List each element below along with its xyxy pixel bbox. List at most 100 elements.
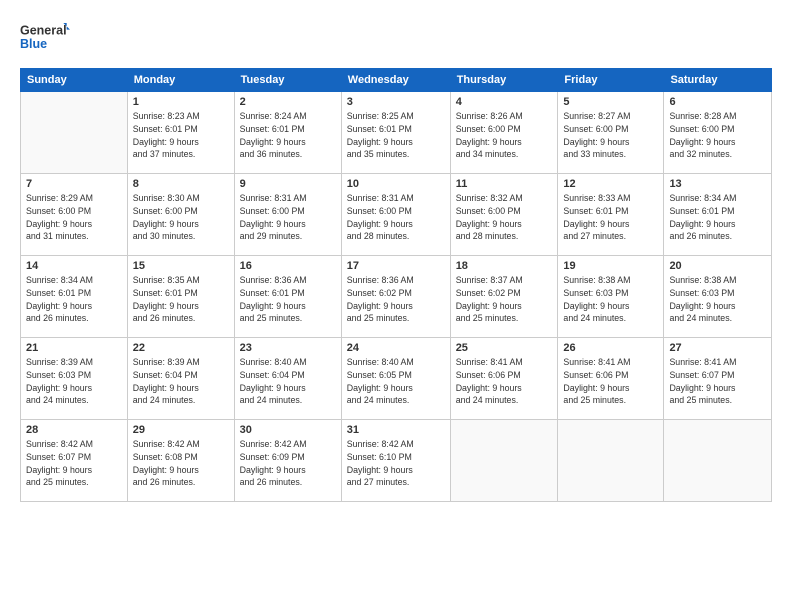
- day-number: 31: [347, 424, 445, 436]
- week-row-2: 7Sunrise: 8:29 AMSunset: 6:00 PMDaylight…: [21, 174, 772, 256]
- day-cell: 19 Sunrise: 8:38 AMSunset: 6:03 PMDayligh…: [558, 256, 664, 338]
- day-cell: 4 Sunrise: 8:26 AMSunset: 6:00 PMDaylight…: [450, 92, 558, 174]
- day-cell: 25Sunrise: 8:41 AMSunset: 6:06 PMDayligh…: [450, 338, 558, 420]
- day-info: Sunrise: 8:39 AMSunset: 6:03 PMDaylight:…: [26, 356, 122, 407]
- header-row: SundayMondayTuesdayWednesdayThursdayFrid…: [21, 69, 772, 92]
- day-cell: [21, 92, 128, 174]
- day-cell: 2Sunrise: 8:24 AMSunset: 6:01 PMDaylight…: [234, 92, 341, 174]
- day-number: 10: [347, 178, 445, 190]
- day-number: 16: [240, 260, 336, 272]
- day-number: 4: [456, 96, 553, 108]
- col-header-saturday: Saturday: [664, 69, 772, 92]
- day-info: Sunrise: 8:42 AMSunset: 6:07 PMDaylight:…: [26, 438, 122, 489]
- day-info: Sunrise: 8:34 AMSunset: 6:01 PMDaylight:…: [26, 274, 122, 325]
- day-info: Sunrise: 8:31 AMSunset: 6:00 PMDaylight:…: [347, 192, 445, 243]
- day-cell: 17Sunrise: 8:36 AMSunset: 6:02 PMDayligh…: [341, 256, 450, 338]
- day-info: Sunrise: 8:42 AMSunset: 6:09 PMDaylight:…: [240, 438, 336, 489]
- logo: General Blue: [20, 18, 70, 58]
- day-cell: 6 Sunrise: 8:28 AMSunset: 6:00 PMDaylight…: [664, 92, 772, 174]
- week-row-3: 14 Sunrise: 8:34 AMSunset: 6:01 PMDayligh…: [21, 256, 772, 338]
- day-cell: 22Sunrise: 8:39 AMSunset: 6:04 PMDayligh…: [127, 338, 234, 420]
- day-number: 30: [240, 424, 336, 436]
- day-number: 11: [456, 178, 553, 190]
- day-number: 29: [133, 424, 229, 436]
- day-cell: 24 Sunrise: 8:40 AMSunset: 6:05 PMDayligh…: [341, 338, 450, 420]
- day-number: 19: [563, 260, 658, 272]
- svg-text:General: General: [20, 24, 67, 38]
- day-number: 12: [563, 178, 658, 190]
- col-header-thursday: Thursday: [450, 69, 558, 92]
- calendar-body: 1 Sunrise: 8:23 AMSunset: 6:01 PMDaylight…: [21, 92, 772, 502]
- day-info: Sunrise: 8:27 AMSunset: 6:00 PMDaylight:…: [563, 110, 658, 161]
- day-cell: 11 Sunrise: 8:32 AMSunset: 6:00 PMDayligh…: [450, 174, 558, 256]
- day-number: 25: [456, 342, 553, 354]
- day-number: 1: [133, 96, 229, 108]
- day-cell: 13 Sunrise: 8:34 AMSunset: 6:01 PMDayligh…: [664, 174, 772, 256]
- day-number: 23: [240, 342, 336, 354]
- day-info: Sunrise: 8:32 AMSunset: 6:00 PMDaylight:…: [456, 192, 553, 243]
- day-number: 2: [240, 96, 336, 108]
- week-row-5: 28Sunrise: 8:42 AMSunset: 6:07 PMDayligh…: [21, 420, 772, 502]
- day-cell: 30 Sunrise: 8:42 AMSunset: 6:09 PMDayligh…: [234, 420, 341, 502]
- day-info: Sunrise: 8:40 AMSunset: 6:04 PMDaylight:…: [240, 356, 336, 407]
- day-cell: 26 Sunrise: 8:41 AMSunset: 6:06 PMDayligh…: [558, 338, 664, 420]
- day-number: 9: [240, 178, 336, 190]
- day-number: 21: [26, 342, 122, 354]
- col-header-monday: Monday: [127, 69, 234, 92]
- svg-text:Blue: Blue: [20, 37, 47, 51]
- day-info: Sunrise: 8:35 AMSunset: 6:01 PMDaylight:…: [133, 274, 229, 325]
- calendar-header: SundayMondayTuesdayWednesdayThursdayFrid…: [21, 69, 772, 92]
- day-cell: 16 Sunrise: 8:36 AMSunset: 6:01 PMDayligh…: [234, 256, 341, 338]
- day-number: 18: [456, 260, 553, 272]
- col-header-friday: Friday: [558, 69, 664, 92]
- day-cell: 29Sunrise: 8:42 AMSunset: 6:08 PMDayligh…: [127, 420, 234, 502]
- day-cell: 28Sunrise: 8:42 AMSunset: 6:07 PMDayligh…: [21, 420, 128, 502]
- week-row-1: 1 Sunrise: 8:23 AMSunset: 6:01 PMDaylight…: [21, 92, 772, 174]
- day-number: 3: [347, 96, 445, 108]
- day-number: 24: [347, 342, 445, 354]
- day-cell: [450, 420, 558, 502]
- day-number: 27: [669, 342, 766, 354]
- day-cell: [558, 420, 664, 502]
- day-info: Sunrise: 8:38 AMSunset: 6:03 PMDaylight:…: [563, 274, 658, 325]
- day-info: Sunrise: 8:30 AMSunset: 6:00 PMDaylight:…: [133, 192, 229, 243]
- day-cell: [664, 420, 772, 502]
- day-cell: 10 Sunrise: 8:31 AMSunset: 6:00 PMDayligh…: [341, 174, 450, 256]
- col-header-wednesday: Wednesday: [341, 69, 450, 92]
- day-info: Sunrise: 8:37 AMSunset: 6:02 PMDaylight:…: [456, 274, 553, 325]
- day-number: 5: [563, 96, 658, 108]
- day-info: Sunrise: 8:41 AMSunset: 6:07 PMDaylight:…: [669, 356, 766, 407]
- day-info: Sunrise: 8:36 AMSunset: 6:01 PMDaylight:…: [240, 274, 336, 325]
- page: General Blue SundayMondayTuesdayWednesda…: [0, 0, 792, 612]
- day-info: Sunrise: 8:33 AMSunset: 6:01 PMDaylight:…: [563, 192, 658, 243]
- day-number: 15: [133, 260, 229, 272]
- day-cell: 21 Sunrise: 8:39 AMSunset: 6:03 PMDayligh…: [21, 338, 128, 420]
- day-cell: 7Sunrise: 8:29 AMSunset: 6:00 PMDaylight…: [21, 174, 128, 256]
- day-cell: 23 Sunrise: 8:40 AMSunset: 6:04 PMDayligh…: [234, 338, 341, 420]
- day-cell: 15 Sunrise: 8:35 AMSunset: 6:01 PMDayligh…: [127, 256, 234, 338]
- day-cell: 31Sunrise: 8:42 AMSunset: 6:10 PMDayligh…: [341, 420, 450, 502]
- day-info: Sunrise: 8:39 AMSunset: 6:04 PMDaylight:…: [133, 356, 229, 407]
- day-cell: 8 Sunrise: 8:30 AMSunset: 6:00 PMDaylight…: [127, 174, 234, 256]
- day-cell: 27 Sunrise: 8:41 AMSunset: 6:07 PMDayligh…: [664, 338, 772, 420]
- day-info: Sunrise: 8:28 AMSunset: 6:00 PMDaylight:…: [669, 110, 766, 161]
- day-number: 26: [563, 342, 658, 354]
- day-info: Sunrise: 8:23 AMSunset: 6:01 PMDaylight:…: [133, 110, 229, 161]
- day-info: Sunrise: 8:25 AMSunset: 6:01 PMDaylight:…: [347, 110, 445, 161]
- week-row-4: 21 Sunrise: 8:39 AMSunset: 6:03 PMDayligh…: [21, 338, 772, 420]
- day-number: 20: [669, 260, 766, 272]
- day-number: 13: [669, 178, 766, 190]
- day-cell: 5 Sunrise: 8:27 AMSunset: 6:00 PMDaylight…: [558, 92, 664, 174]
- day-number: 14: [26, 260, 122, 272]
- day-info: Sunrise: 8:34 AMSunset: 6:01 PMDaylight:…: [669, 192, 766, 243]
- day-number: 8: [133, 178, 229, 190]
- day-number: 6: [669, 96, 766, 108]
- day-number: 7: [26, 178, 122, 190]
- day-number: 17: [347, 260, 445, 272]
- day-info: Sunrise: 8:26 AMSunset: 6:00 PMDaylight:…: [456, 110, 553, 161]
- day-cell: 9Sunrise: 8:31 AMSunset: 6:00 PMDaylight…: [234, 174, 341, 256]
- day-info: Sunrise: 8:40 AMSunset: 6:05 PMDaylight:…: [347, 356, 445, 407]
- logo-svg: General Blue: [20, 18, 70, 58]
- day-info: Sunrise: 8:41 AMSunset: 6:06 PMDaylight:…: [563, 356, 658, 407]
- day-cell: 18 Sunrise: 8:37 AMSunset: 6:02 PMDayligh…: [450, 256, 558, 338]
